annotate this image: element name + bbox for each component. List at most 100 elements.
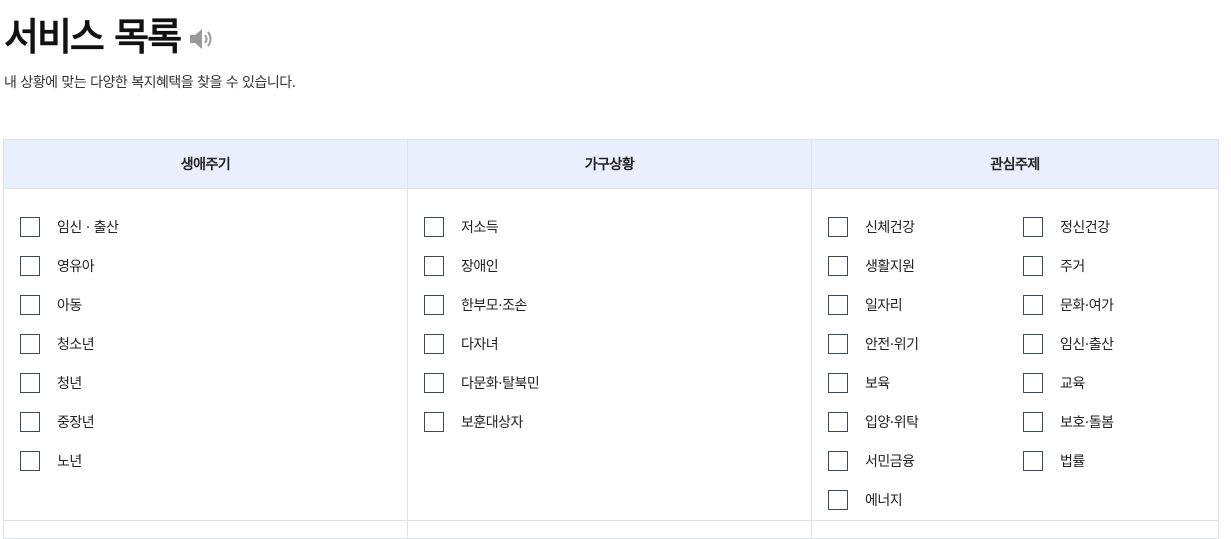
checkbox-label: 아동 [57,298,82,314]
interest-item[interactable]: 문화·여가 [1023,295,1218,334]
checkbox-label: 청소년 [57,337,95,353]
interest-list-right: 정신건강 주거 문화·여가 임신·출산 교육 보호·돌봄 법률 [1023,217,1218,520]
interest-item[interactable]: 임신·출산 [1023,334,1218,373]
household-item[interactable]: 장애인 [424,256,811,295]
checkbox-label: 교육 [1060,376,1085,392]
checkbox[interactable] [828,412,848,432]
household-item[interactable]: 한부모·조손 [424,295,811,334]
interest-list: 신체건강 생활지원 일자리 안전·위기 보육 입양·위탁 서민금융 에너지 정신… [812,189,1218,521]
interest-item[interactable]: 안전·위기 [828,334,1023,373]
checkbox-label: 보훈대상자 [461,415,523,431]
checkbox[interactable] [20,256,40,276]
page-subtitle: 내 상황에 맞는 다양한 복지혜택을 찾을 수 있습니다. [4,75,296,91]
interest-header: 관심주제 [812,140,1218,189]
checkbox-label: 장애인 [461,259,499,275]
checkbox-label: 일자리 [865,298,903,314]
household-item[interactable]: 보훈대상자 [424,412,811,451]
life-cycle-column: 생애주기 임신 · 출산 영유아 아동 청소년 청년 중장년 노년 [4,140,408,538]
checkbox-label: 저소득 [461,220,499,236]
interest-item[interactable]: 보호·돌봄 [1023,412,1218,451]
checkbox[interactable] [20,373,40,393]
checkbox-label: 다자녀 [461,337,499,353]
checkbox[interactable] [828,295,848,315]
checkbox[interactable] [828,490,848,510]
checkbox-label: 주거 [1060,259,1085,275]
checkbox[interactable] [1023,217,1043,237]
checkbox[interactable] [1023,451,1043,471]
household-item[interactable]: 다문화·탈북민 [424,373,811,412]
checkbox-label: 신체건강 [865,220,915,236]
household-item[interactable]: 다자녀 [424,334,811,373]
interest-item[interactable]: 입양·위탁 [828,412,1023,451]
household-item[interactable]: 저소득 [424,217,811,256]
checkbox-label: 다문화·탈북민 [461,376,540,392]
title-row: 서비스 목록 [4,14,216,60]
checkbox-label: 임신·출산 [1060,337,1114,353]
checkbox[interactable] [424,295,444,315]
checkbox[interactable] [424,334,444,354]
life-item[interactable]: 청소년 [20,334,407,373]
checkbox[interactable] [1023,295,1043,315]
interest-item[interactable]: 교육 [1023,373,1218,412]
checkbox-label: 중장년 [57,415,95,431]
checkbox-label: 영유아 [57,259,95,275]
page-title: 서비스 목록 [4,15,182,59]
life-item[interactable]: 임신 · 출산 [20,217,407,256]
checkbox-label: 정신건강 [1060,220,1110,236]
checkbox-label: 입양·위탁 [865,415,919,431]
filter-grid: 생애주기 임신 · 출산 영유아 아동 청소년 청년 중장년 노년 가구상황 저… [3,139,1219,539]
checkbox[interactable] [828,451,848,471]
interest-item[interactable]: 생활지원 [828,256,1023,295]
checkbox-label: 안전·위기 [865,337,919,353]
checkbox[interactable] [424,373,444,393]
checkbox[interactable] [828,256,848,276]
interest-item[interactable]: 신체건강 [828,217,1023,256]
interest-column: 관심주제 신체건강 생활지원 일자리 안전·위기 보육 입양·위탁 서민금융 에… [812,140,1218,538]
life-cycle-header: 생애주기 [4,140,407,189]
checkbox[interactable] [828,217,848,237]
checkbox-label: 노년 [57,454,82,470]
checkbox-label: 보호·돌봄 [1060,415,1114,431]
checkbox[interactable] [828,334,848,354]
speaker-icon[interactable] [188,27,216,51]
life-item[interactable]: 노년 [20,451,407,490]
household-list: 저소득 장애인 한부모·조손 다자녀 다문화·탈북민 보훈대상자 [408,189,811,521]
checkbox-label: 임신 · 출산 [57,220,119,236]
checkbox[interactable] [424,256,444,276]
checkbox-label: 문화·여가 [1060,298,1114,314]
checkbox[interactable] [20,217,40,237]
household-column: 가구상황 저소득 장애인 한부모·조손 다자녀 다문화·탈북민 보훈대상자 [408,140,812,538]
checkbox-label: 청년 [57,376,82,392]
life-item[interactable]: 중장년 [20,412,407,451]
checkbox[interactable] [20,295,40,315]
life-item[interactable]: 영유아 [20,256,407,295]
checkbox-label: 에너지 [865,493,903,509]
interest-item[interactable]: 법률 [1023,451,1218,490]
checkbox[interactable] [20,451,40,471]
checkbox-label: 서민금융 [865,454,915,470]
interest-item[interactable]: 서민금융 [828,451,1023,490]
checkbox-label: 생활지원 [865,259,915,275]
checkbox[interactable] [1023,334,1043,354]
checkbox-label: 보육 [865,376,890,392]
interest-item[interactable]: 일자리 [828,295,1023,334]
checkbox[interactable] [1023,256,1043,276]
checkbox[interactable] [1023,373,1043,393]
checkbox[interactable] [1023,412,1043,432]
checkbox-label: 한부모·조손 [461,298,527,314]
interest-item[interactable]: 에너지 [828,490,1023,529]
life-cycle-list: 임신 · 출산 영유아 아동 청소년 청년 중장년 노년 [4,189,407,521]
life-item[interactable]: 청년 [20,373,407,412]
checkbox[interactable] [20,334,40,354]
checkbox[interactable] [424,412,444,432]
checkbox[interactable] [20,412,40,432]
interest-item[interactable]: 주거 [1023,256,1218,295]
household-header: 가구상황 [408,140,811,189]
checkbox[interactable] [828,373,848,393]
interest-list-left: 신체건강 생활지원 일자리 안전·위기 보육 입양·위탁 서민금융 에너지 [828,217,1023,520]
checkbox[interactable] [424,217,444,237]
interest-item[interactable]: 정신건강 [1023,217,1218,256]
checkbox-label: 법률 [1060,454,1085,470]
life-item[interactable]: 아동 [20,295,407,334]
interest-item[interactable]: 보육 [828,373,1023,412]
